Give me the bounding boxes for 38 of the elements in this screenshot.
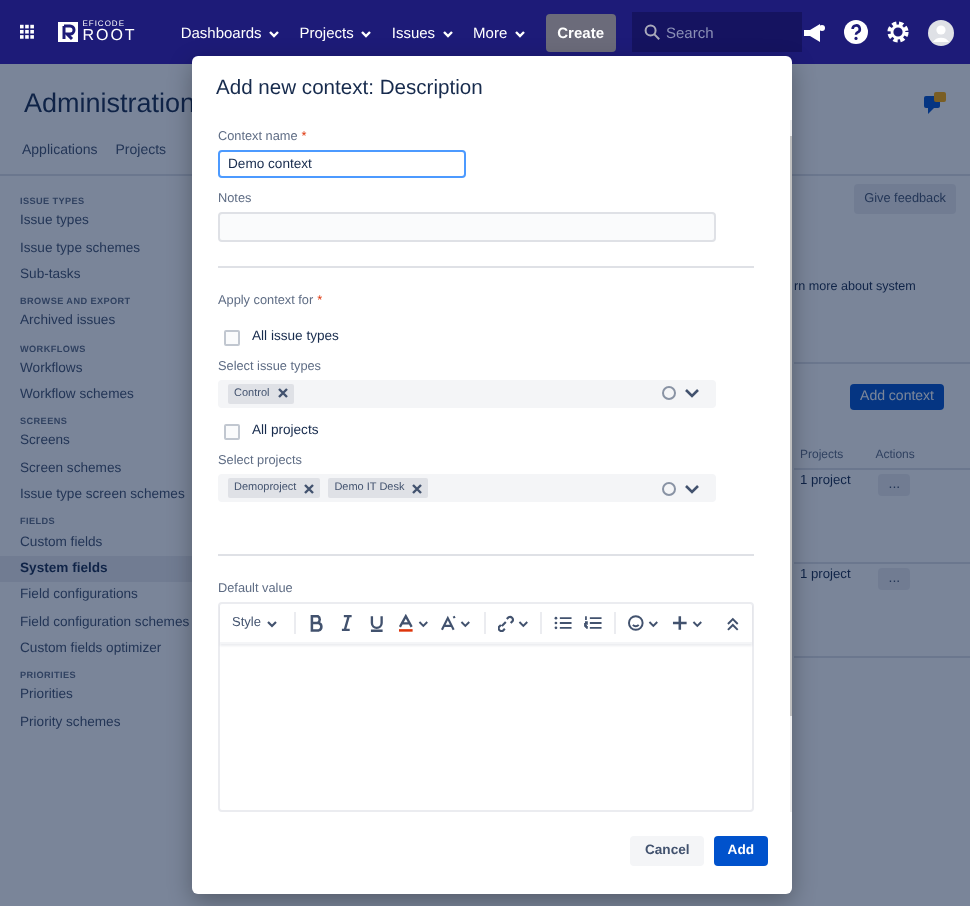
avatar-icon[interactable] [928,19,954,45]
help-icon[interactable] [844,20,868,44]
text-color-icon[interactable] [397,614,429,633]
link-icon[interactable] [497,614,529,633]
caret-icon [267,29,280,38]
checkbox[interactable] [224,423,240,440]
remove-icon[interactable] [304,483,315,494]
italic-icon[interactable] [338,614,356,633]
clear-icon[interactable] [662,386,676,401]
chevron-down-icon[interactable] [684,483,700,494]
numbered-list-icon[interactable] [584,614,602,633]
caret-icon [359,29,372,38]
logo-title: ROOT [82,28,137,44]
remove-icon[interactable] [277,388,288,399]
dialog-title: Add new context: Description [214,76,485,104]
app-grid-icon[interactable] [20,20,35,44]
settings-icon[interactable] [886,20,910,44]
feedback-chat-icon[interactable] [924,91,946,113]
text-style-icon[interactable] [440,614,472,633]
notes-field[interactable] [218,212,716,242]
caret-icon [513,29,526,38]
insert-icon[interactable] [671,614,703,633]
logo-icon [58,22,79,42]
scrollbar[interactable] [790,120,792,812]
caret-icon [441,29,454,38]
chevron-down-icon[interactable] [684,388,700,399]
bullet-list-icon[interactable] [554,614,573,633]
search-icon [644,24,660,40]
emoji-icon[interactable] [627,614,660,633]
bold-icon[interactable] [308,614,327,633]
megaphone-icon[interactable] [802,21,826,43]
collapse-icon[interactable] [726,615,740,632]
remove-icon[interactable] [412,483,423,494]
checkbox[interactable] [224,329,240,346]
page-title: Administration [24,87,196,117]
clear-icon[interactable] [662,481,676,496]
underline-icon[interactable] [367,614,386,633]
caret-icon [266,619,279,628]
